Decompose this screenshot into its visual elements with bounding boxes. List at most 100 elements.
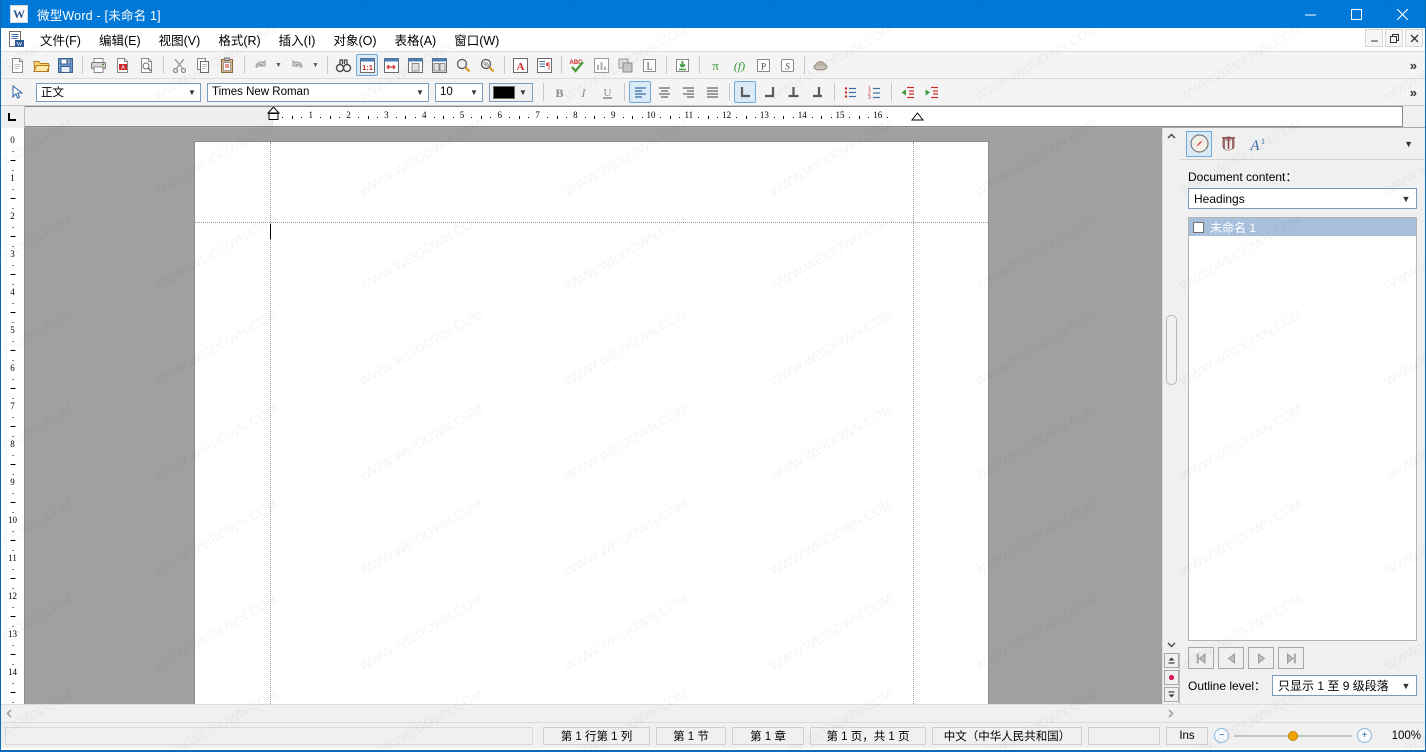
- menu-view[interactable]: 视图(V): [150, 28, 210, 51]
- numbered-list-button[interactable]: 123: [863, 81, 885, 103]
- redo-arrow-icon[interactable]: [286, 54, 308, 76]
- tab-left-icon[interactable]: [1, 106, 25, 128]
- print-icon[interactable]: [87, 54, 109, 76]
- mdi-close-button[interactable]: [1405, 29, 1423, 47]
- align-center-button[interactable]: [653, 81, 675, 103]
- hourglass-indent-marker[interactable]: [266, 107, 281, 126]
- spellcheck-abc-icon[interactable]: ABC: [566, 54, 588, 76]
- styles-icon[interactable]: Ⓣ: [1215, 131, 1241, 157]
- font-color-picker[interactable]: ▼: [489, 82, 533, 102]
- horizontal-ruler[interactable]: 1 2 3 4 5 6 7 8 9 10 11 12 13 14 15 16: [25, 106, 1403, 127]
- italic-button[interactable]: I: [572, 81, 594, 103]
- zoom-slider-thumb[interactable]: [1288, 730, 1298, 741]
- font-preview-icon[interactable]: A1: [1244, 131, 1270, 157]
- headings-list[interactable]: 未命名 1: [1188, 217, 1417, 641]
- nav-next-button[interactable]: [1248, 647, 1274, 669]
- menu-object[interactable]: 对象(O): [324, 28, 385, 51]
- nav-prev-button[interactable]: [1218, 647, 1244, 669]
- one-page-icon[interactable]: [404, 54, 426, 76]
- decrease-indent-button[interactable]: [896, 81, 918, 103]
- window-close-button[interactable]: [1379, 0, 1425, 28]
- zoom-out-icon[interactable]: %: [476, 54, 498, 76]
- list-item[interactable]: 未命名 1: [1189, 218, 1416, 236]
- vertical-align-bottom-button[interactable]: [758, 81, 780, 103]
- window-minimize-button[interactable]: [1287, 0, 1333, 28]
- align-right-button[interactable]: [677, 81, 699, 103]
- vertical-align-top-button[interactable]: [734, 81, 756, 103]
- underline-button[interactable]: U: [596, 81, 618, 103]
- paste-clipboard-icon[interactable]: [216, 54, 238, 76]
- horizontal-scroll-track[interactable]: [18, 705, 1162, 722]
- mdi-minimize-button[interactable]: [1365, 29, 1383, 47]
- standard-toolbar-overflow-button[interactable]: »: [1406, 58, 1421, 73]
- bold-button[interactable]: B: [548, 81, 570, 103]
- font-combo[interactable]: Times New Roman ▼: [207, 82, 429, 102]
- pi-symbol-icon[interactable]: π: [704, 54, 726, 76]
- select-browse-object-button[interactable]: [1163, 670, 1179, 685]
- export-pdf-icon[interactable]: A: [111, 54, 133, 76]
- document-page[interactable]: [195, 142, 988, 704]
- list-item-checkbox[interactable]: [1193, 221, 1204, 233]
- nav-last-button[interactable]: [1278, 647, 1304, 669]
- paragraph-format-icon[interactable]: ¶: [533, 54, 555, 76]
- vertical-scroll-track[interactable]: [1162, 145, 1180, 636]
- shape-S-icon[interactable]: S: [776, 54, 798, 76]
- menu-insert[interactable]: 插入(I): [270, 28, 325, 51]
- cursor-arrow-icon[interactable]: [6, 81, 28, 103]
- status-section[interactable]: 第 1 节: [656, 726, 726, 745]
- picture-P-icon[interactable]: P: [752, 54, 774, 76]
- scroll-left-button[interactable]: [1, 705, 18, 722]
- zoom-in-icon[interactable]: [452, 54, 474, 76]
- status-page[interactable]: 第 1 页，共 1 页: [810, 726, 926, 745]
- label-L-icon[interactable]: L: [638, 54, 660, 76]
- menu-edit[interactable]: 编辑(E): [90, 28, 150, 51]
- scroll-down-button[interactable]: [1162, 636, 1180, 653]
- new-document-icon[interactable]: [6, 54, 28, 76]
- save-disk-icon[interactable]: [54, 54, 76, 76]
- status-chapter[interactable]: 第 1 章: [732, 726, 804, 745]
- menu-table[interactable]: 表格(A): [386, 28, 446, 51]
- print-preview-icon[interactable]: [135, 54, 157, 76]
- previous-page-button[interactable]: [1163, 653, 1179, 668]
- triangle-indent-marker[interactable]: [910, 108, 925, 126]
- scroll-up-button[interactable]: [1162, 128, 1180, 145]
- window-maximize-button[interactable]: [1333, 0, 1379, 28]
- zoom-in-button[interactable]: +: [1357, 728, 1372, 743]
- outline-level-combo[interactable]: 只显示 1 至 9 级段落 ▼: [1272, 675, 1417, 696]
- document-canvas[interactable]: [25, 128, 1162, 704]
- font-format-icon[interactable]: A: [509, 54, 531, 76]
- zoom-slider-track[interactable]: [1234, 730, 1352, 741]
- font-size-combo[interactable]: 10 ▼: [435, 82, 483, 102]
- zoom-out-button[interactable]: −: [1214, 728, 1229, 743]
- open-folder-icon[interactable]: [30, 54, 52, 76]
- vertical-align-middle-button[interactable]: [782, 81, 804, 103]
- undo-dropdown-arrow-icon[interactable]: ▼: [273, 54, 284, 76]
- bullet-list-button[interactable]: [839, 81, 861, 103]
- status-blank[interactable]: [1088, 726, 1160, 745]
- document-content-combo[interactable]: Headings ▼: [1188, 188, 1417, 209]
- vertical-ruler[interactable]: 0 1 2 3 4 5 6 7 8 9 10 11 12 13 14: [1, 128, 25, 704]
- formatting-toolbar-overflow-button[interactable]: »: [1406, 85, 1421, 100]
- navigator-compass-icon[interactable]: [1186, 130, 1212, 157]
- status-line-column[interactable]: 第 1 行第 1 列: [543, 726, 650, 745]
- undo-arrow-icon[interactable]: [249, 54, 271, 76]
- zoom-one-to-one-icon[interactable]: 1:1: [356, 54, 378, 76]
- align-justify-button[interactable]: [701, 81, 723, 103]
- menu-format[interactable]: 格式(R): [209, 28, 269, 51]
- task-pane-menu-chevron-down-icon[interactable]: ▼: [1398, 139, 1419, 149]
- copy-icon[interactable]: [192, 54, 214, 76]
- insert-mode-indicator[interactable]: Ins: [1166, 726, 1208, 745]
- page-width-icon[interactable]: [380, 54, 402, 76]
- package-icon[interactable]: [809, 54, 831, 76]
- next-page-button[interactable]: [1163, 687, 1179, 702]
- cut-scissors-icon[interactable]: [168, 54, 190, 76]
- vertical-scroll-thumb[interactable]: [1165, 315, 1177, 385]
- mdi-restore-button[interactable]: [1385, 29, 1403, 47]
- vertical-scrollbar[interactable]: [1162, 128, 1180, 704]
- increase-indent-button[interactable]: [920, 81, 942, 103]
- style-combo[interactable]: 正文 ▼: [36, 82, 201, 102]
- redo-dropdown-arrow-icon[interactable]: ▼: [310, 54, 321, 76]
- import-icon[interactable]: [671, 54, 693, 76]
- function-icon[interactable]: (f): [728, 54, 750, 76]
- vertical-align-baseline-button[interactable]: [806, 81, 828, 103]
